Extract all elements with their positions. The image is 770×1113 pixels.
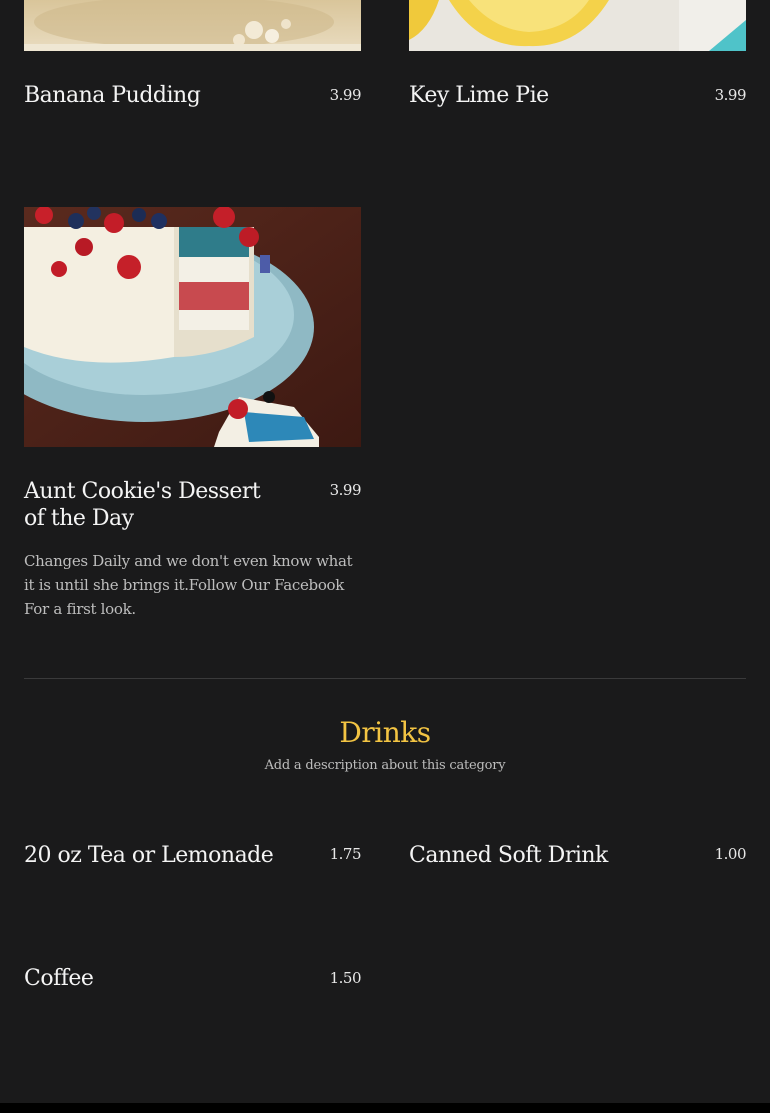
menu-item-name: Banana Pudding xyxy=(24,83,201,108)
menu-item-name: Coffee xyxy=(24,966,94,991)
menu-item-name: Canned Soft Drink xyxy=(409,843,608,868)
menu-item-price: 3.99 xyxy=(714,86,747,104)
menu-item-name: 20 oz Tea or Lemonade xyxy=(24,843,274,868)
footer-bar xyxy=(0,1103,770,1113)
category-description: Add a description about this category xyxy=(264,758,506,773)
key-lime-pie-photo[interactable] xyxy=(409,0,746,51)
menu-item-price: 1.00 xyxy=(714,845,747,863)
menu-item-price: 3.99 xyxy=(329,481,362,499)
menu-item-name: Key Lime Pie xyxy=(409,83,549,108)
section-divider xyxy=(24,678,746,679)
category-title: Drinks xyxy=(339,716,431,749)
menu-item-name: Aunt Cookie's Dessert of the Day xyxy=(24,479,261,531)
dessert-of-the-day-photo[interactable] xyxy=(24,207,361,447)
menu-item-description: Changes Daily and we don't even know wha… xyxy=(24,552,353,618)
banana-pudding-photo[interactable] xyxy=(24,0,361,51)
menu-item-price: 1.50 xyxy=(329,969,362,987)
menu-item-price: 3.99 xyxy=(329,86,362,104)
menu-item-price: 1.75 xyxy=(329,845,362,863)
